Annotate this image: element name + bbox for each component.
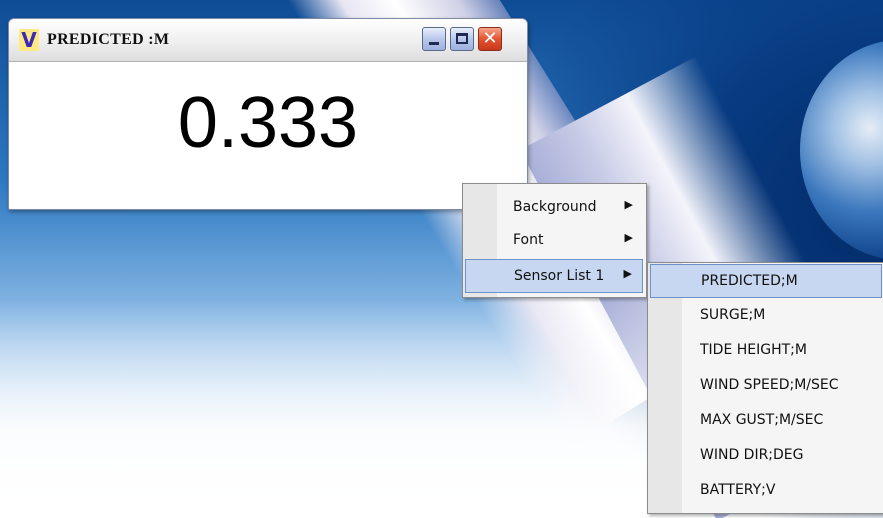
- sensor-item-label: PREDICTED;M: [701, 273, 798, 289]
- sensor-item-max-gust[interactable]: MAX GUST;M/SEC: [650, 404, 882, 438]
- submenu-arrow-icon: ▶: [624, 231, 633, 244]
- context-menu: Background ▶ Font ▶ Sensor List 1 ▶: [462, 183, 647, 298]
- maximize-icon: [456, 33, 468, 44]
- sensor-item-wind-dir[interactable]: WIND DIR;DEG: [650, 439, 882, 473]
- sensor-item-label: SURGE;M: [700, 307, 766, 323]
- submenu-arrow-icon: ▶: [623, 267, 632, 280]
- sensor-item-label: MAX GUST;M/SEC: [700, 412, 824, 428]
- sensor-item-predicted[interactable]: PREDICTED;M: [650, 264, 882, 298]
- menu-item-label: Sensor List 1: [514, 268, 605, 284]
- menu-item-label: Background: [513, 199, 597, 215]
- title-bar[interactable]: V PREDICTED :M ✕: [9, 19, 527, 62]
- app-icon: V: [19, 29, 39, 51]
- menu-item-sensor-list-1[interactable]: Sensor List 1 ▶: [465, 259, 643, 293]
- sensor-display-window[interactable]: V PREDICTED :M ✕ 0.333: [8, 18, 528, 210]
- sensor-value: 0.333: [177, 83, 359, 163]
- submenu-arrow-icon: ▶: [624, 198, 633, 211]
- menu-item-label: Font: [513, 232, 544, 248]
- sensor-item-label: BATTERY;V: [700, 482, 776, 498]
- sensor-item-tide-height[interactable]: TIDE HEIGHT;M: [650, 334, 882, 368]
- sensor-item-label: WIND DIR;DEG: [700, 447, 804, 463]
- sensor-item-wind-speed[interactable]: WIND SPEED;M/SEC: [650, 369, 882, 403]
- maximize-button[interactable]: [450, 27, 474, 51]
- sensor-submenu: PREDICTED;M SURGE;M TIDE HEIGHT;M WIND S…: [647, 262, 883, 514]
- menu-item-font[interactable]: Font ▶: [465, 224, 643, 258]
- close-icon: ✕: [482, 28, 498, 49]
- sensor-item-battery[interactable]: BATTERY;V: [650, 474, 882, 508]
- menu-item-background[interactable]: Background ▶: [465, 191, 643, 225]
- minimize-button[interactable]: [422, 27, 446, 51]
- sensor-item-label: WIND SPEED;M/SEC: [700, 377, 839, 393]
- sensor-item-surge[interactable]: SURGE;M: [650, 299, 882, 333]
- minimize-icon: [429, 42, 439, 45]
- wallpaper-fade: [0, 300, 700, 518]
- window-title: PREDICTED :M: [47, 31, 170, 48]
- sensor-item-label: TIDE HEIGHT;M: [700, 342, 807, 358]
- close-button[interactable]: ✕: [478, 27, 502, 51]
